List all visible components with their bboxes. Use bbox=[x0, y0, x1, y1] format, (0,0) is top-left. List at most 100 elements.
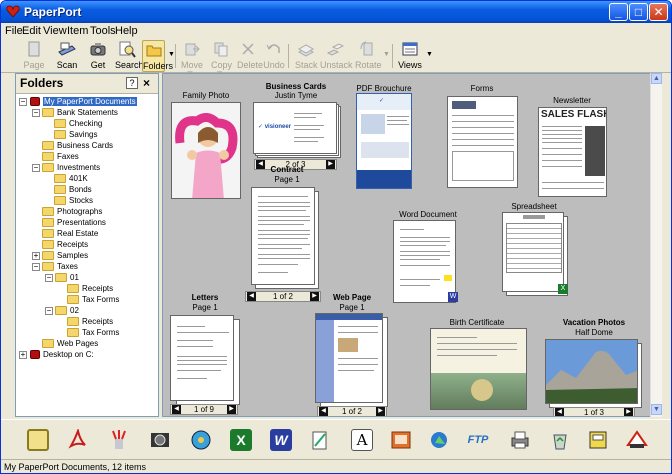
tree-item-02-receipts[interactable]: Receipts bbox=[67, 316, 113, 327]
item-spreadsheet[interactable]: Spreadsheet X bbox=[498, 202, 570, 302]
text-editor-icon[interactable]: A bbox=[351, 429, 373, 451]
adobe-acrobat-icon[interactable] bbox=[67, 429, 89, 451]
paperport-image-viewer-icon[interactable] bbox=[27, 429, 49, 451]
move-to-button[interactable]: Move To bbox=[178, 40, 206, 80]
next-page-icon[interactable]: ▶ bbox=[376, 407, 385, 416]
tree-item-investments[interactable]: Investments bbox=[42, 162, 100, 173]
desktop-area[interactable]: Family Photo Business Cards Justin Tyme … bbox=[162, 73, 659, 417]
close-folders-pane-icon[interactable]: × bbox=[143, 76, 150, 90]
tree-item-faxes[interactable]: Faxes bbox=[42, 151, 79, 162]
close-button[interactable]: ✕ bbox=[649, 3, 668, 21]
word-icon[interactable]: W bbox=[270, 429, 292, 451]
excel-icon[interactable]: X bbox=[230, 429, 252, 451]
minimize-button[interactable]: _ bbox=[609, 3, 628, 21]
paint-brushes-icon[interactable] bbox=[108, 429, 130, 451]
fax-icon[interactable] bbox=[587, 429, 609, 451]
item-family-photo[interactable]: Family Photo bbox=[169, 91, 243, 201]
item-newsletter[interactable]: Newsletter SALES FLASH! bbox=[535, 96, 609, 200]
tree-item-taxes[interactable]: Taxes bbox=[42, 261, 78, 272]
previous-page-icon[interactable]: ◀ bbox=[247, 292, 256, 301]
scroll-up-icon[interactable]: ▲ bbox=[651, 73, 662, 84]
tree-item-401k[interactable]: 401K bbox=[54, 173, 88, 184]
vertical-scrollbar[interactable]: ▲ ▼ bbox=[650, 73, 662, 417]
item-vacation-photos[interactable]: Vacation Photos Half Dome ◀ 1 of 3 ▶ bbox=[539, 318, 649, 416]
undo-button[interactable]: Undo bbox=[263, 40, 285, 72]
folders-dropdown-arrow-icon[interactable]: ▼ bbox=[168, 51, 175, 58]
get-button[interactable]: Get bbox=[87, 40, 109, 72]
previous-page-icon[interactable]: ◀ bbox=[172, 405, 181, 414]
folders-button[interactable]: Folders bbox=[142, 40, 173, 72]
item-word-document[interactable]: Word Document W bbox=[390, 210, 466, 310]
recycle-bin-icon[interactable] bbox=[549, 429, 571, 451]
tree-item-my-paperport-documents[interactable]: My PaperPort Documents bbox=[30, 96, 137, 107]
next-page-icon[interactable]: ▶ bbox=[624, 408, 633, 416]
tree-item-receipts[interactable]: Receipts bbox=[42, 239, 88, 250]
previous-page-icon[interactable]: ◀ bbox=[555, 408, 564, 416]
tree-item-bonds[interactable]: Bonds bbox=[54, 184, 92, 195]
tree-item-checking[interactable]: Checking bbox=[54, 118, 102, 129]
item-forms[interactable]: Forms bbox=[444, 84, 520, 190]
unstack-button[interactable]: Unstack bbox=[320, 40, 353, 72]
tree-item-real-estate[interactable]: Real Estate bbox=[42, 228, 98, 239]
collapse-toggle-icon[interactable]: − bbox=[45, 307, 53, 315]
menu-file[interactable]: File bbox=[5, 25, 23, 37]
tree-item-02[interactable]: 02 bbox=[55, 305, 79, 316]
stack-button[interactable]: Stack bbox=[295, 40, 318, 72]
expand-toggle-icon[interactable]: + bbox=[19, 351, 27, 359]
views-dropdown-arrow-icon[interactable]: ▼ bbox=[426, 51, 433, 58]
help-icon[interactable]: ? bbox=[126, 77, 138, 89]
rotate-button[interactable]: Rotate bbox=[355, 40, 382, 72]
tree-item-savings[interactable]: Savings bbox=[54, 129, 97, 140]
photo-editor-icon[interactable] bbox=[149, 429, 171, 451]
item-pdf-brochure[interactable]: PDF Brouchure ✓ bbox=[353, 84, 415, 190]
title-bar[interactable]: PaperPort _ □ ✕ bbox=[1, 1, 671, 23]
scan-button[interactable]: Scan bbox=[54, 40, 80, 72]
tree-item-web-pages[interactable]: Web Pages bbox=[42, 338, 98, 349]
tree-item-presentations[interactable]: Presentations bbox=[42, 217, 106, 228]
tree-item-bank-statements[interactable]: Bank Statements bbox=[42, 107, 118, 118]
views-button[interactable]: Views bbox=[398, 40, 422, 72]
tree-item-01-receipts[interactable]: Receipts bbox=[67, 283, 113, 294]
tree-item-samples[interactable]: Samples bbox=[42, 250, 88, 261]
scroll-down-icon[interactable]: ▼ bbox=[651, 404, 662, 415]
tree-item-01-tax-forms[interactable]: Tax Forms bbox=[67, 294, 119, 305]
expand-toggle-icon[interactable]: + bbox=[32, 252, 40, 260]
collapse-toggle-icon[interactable]: − bbox=[32, 109, 40, 117]
item-birth-certificate[interactable]: Birth Certificate bbox=[427, 318, 527, 412]
page-button[interactable]: Page bbox=[23, 40, 45, 72]
item-business-cards[interactable]: Business Cards Justin Tyme ✓ visioneer ◀… bbox=[248, 82, 344, 172]
previous-page-icon[interactable]: ◀ bbox=[319, 407, 328, 416]
collapse-toggle-icon[interactable]: − bbox=[32, 164, 40, 172]
notepad-icon[interactable] bbox=[309, 429, 331, 451]
tree-item-01[interactable]: 01 bbox=[55, 272, 79, 283]
rotate-dropdown-arrow-icon[interactable]: ▼ bbox=[383, 51, 390, 58]
disc-burner-icon[interactable] bbox=[190, 429, 212, 451]
ocr-scanner-icon[interactable] bbox=[626, 429, 648, 451]
menu-tools[interactable]: Tools bbox=[90, 25, 116, 37]
collapse-toggle-icon[interactable]: − bbox=[45, 274, 53, 282]
tree-item-desktop[interactable]: Desktop on C: bbox=[30, 349, 94, 360]
item-contract[interactable]: Contract Page 1 ◀ 1 of 2 ▶ bbox=[244, 165, 330, 305]
search-button[interactable]: Search bbox=[115, 40, 144, 72]
tree-item-business-cards[interactable]: Business Cards bbox=[42, 140, 113, 151]
maximize-button[interactable]: □ bbox=[629, 3, 648, 21]
item-subtitle: Page 1 bbox=[192, 303, 218, 312]
item-web-page[interactable]: Web Page Page 1 ◀ 1 of 2 ▶ bbox=[307, 292, 397, 416]
item-letters[interactable]: Letters Page 1 ◀ 1 of 9 ▶ bbox=[165, 292, 245, 416]
ftp-icon[interactable]: FTP bbox=[467, 429, 489, 451]
menu-item[interactable]: Item bbox=[67, 25, 88, 37]
printer-icon[interactable] bbox=[509, 429, 531, 451]
menu-help[interactable]: Help bbox=[115, 25, 138, 37]
menu-view[interactable]: View bbox=[43, 25, 67, 37]
delete-button[interactable]: Delete bbox=[237, 40, 263, 72]
presentation-icon[interactable] bbox=[390, 429, 412, 451]
menu-edit[interactable]: Edit bbox=[22, 25, 41, 37]
tree-item-02-tax-forms[interactable]: Tax Forms bbox=[67, 327, 119, 338]
tree-item-stocks[interactable]: Stocks bbox=[54, 195, 93, 206]
collapse-toggle-icon[interactable]: − bbox=[19, 98, 27, 106]
copy-to-button[interactable]: Copy To bbox=[207, 40, 236, 80]
next-page-icon[interactable]: ▶ bbox=[227, 405, 236, 414]
collapse-toggle-icon[interactable]: − bbox=[32, 263, 40, 271]
email-icon[interactable] bbox=[429, 429, 451, 451]
tree-item-photographs[interactable]: Photographs bbox=[42, 206, 102, 217]
